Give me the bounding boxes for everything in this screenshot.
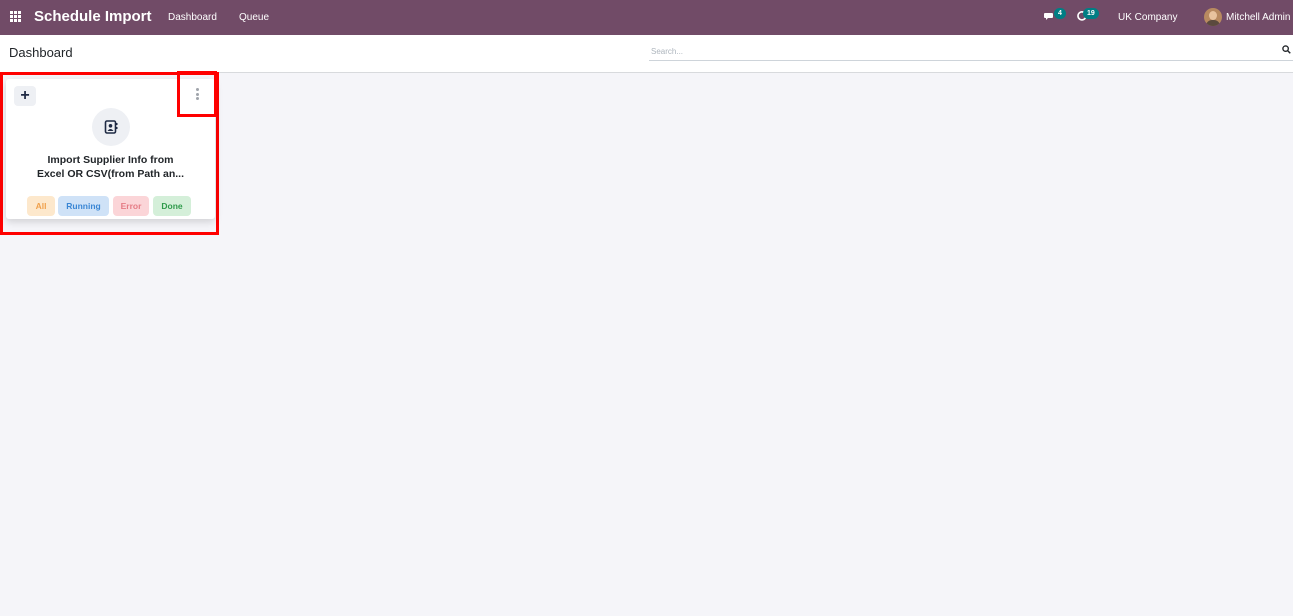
search-icon[interactable] (1282, 45, 1291, 54)
top-navbar: Schedule Import Dashboard Queue 4 19 UK … (0, 0, 1293, 35)
card-title[interactable]: Import Supplier Info from Excel OR CSV(f… (6, 153, 215, 181)
status-all-button[interactable]: All (27, 196, 55, 216)
chat-icon[interactable] (1044, 12, 1054, 20)
user-menu[interactable]: Mitchell Admin (1226, 12, 1290, 23)
plus-icon[interactable]: + (14, 86, 36, 106)
status-running-button[interactable]: Running (58, 196, 109, 216)
card-title-line2: Excel OR CSV(from Path an... (36, 168, 185, 180)
control-panel: Dashboard (0, 35, 1293, 73)
company-switcher[interactable]: UK Company (1118, 12, 1177, 23)
kebab-menu-icon[interactable] (193, 87, 201, 101)
search-bar (649, 42, 1293, 61)
menu-queue[interactable]: Queue (239, 12, 269, 23)
messages-badge: 4 (1054, 8, 1066, 19)
page-title: Dashboard (9, 45, 73, 60)
status-done-button[interactable]: Done (153, 196, 191, 216)
status-error-button[interactable]: Error (113, 196, 149, 216)
search-input[interactable] (651, 44, 1271, 58)
apps-icon[interactable] (10, 11, 21, 22)
activities-badge: 19 (1083, 8, 1099, 19)
avatar[interactable] (1204, 8, 1222, 26)
address-book-icon (92, 108, 130, 146)
app-title[interactable]: Schedule Import (34, 8, 152, 25)
menu-dashboard[interactable]: Dashboard (168, 12, 217, 23)
card-title-line1: Import Supplier Info from (47, 154, 174, 166)
